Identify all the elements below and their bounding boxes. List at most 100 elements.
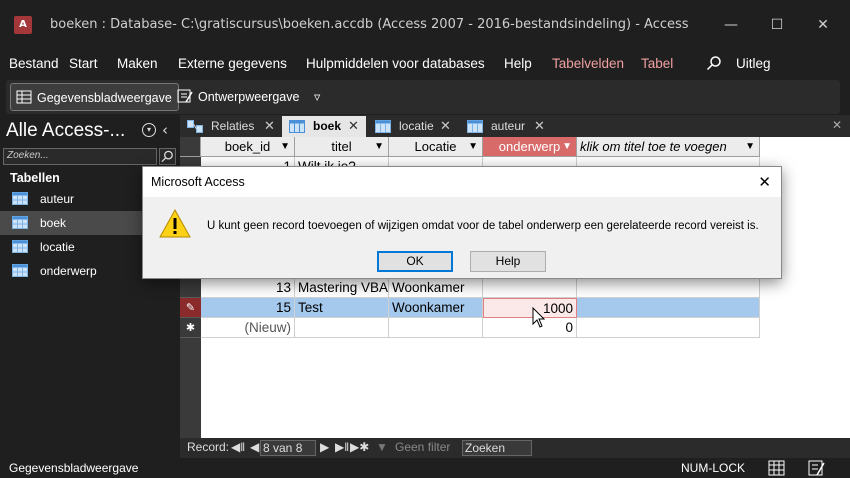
document-tabs: Relaties ✕ boek ✕ locatie ✕ auteur ✕ ✕ bbox=[180, 115, 850, 137]
nav-group-tabellen[interactable]: Tabellen bbox=[10, 171, 60, 185]
maximize-button[interactable]: ☐ bbox=[754, 12, 800, 38]
column-header-titel[interactable]: titel ▼ bbox=[295, 137, 389, 157]
next-record-button[interactable]: ▶ bbox=[320, 438, 329, 457]
close-window-button[interactable]: ✕ bbox=[800, 12, 846, 38]
tab-label: auteur bbox=[491, 119, 526, 133]
help-button[interactable]: Help bbox=[470, 251, 546, 272]
dialog-close-icon[interactable]: ✕ bbox=[758, 173, 771, 191]
tab-label: locatie bbox=[399, 119, 434, 133]
menu-maken[interactable]: Maken bbox=[117, 56, 158, 71]
close-tab-icon[interactable]: ✕ bbox=[264, 116, 275, 136]
column-header-label: boek_id bbox=[224, 139, 271, 154]
table-cell[interactable] bbox=[295, 318, 389, 338]
record-search-input[interactable]: Zoeken bbox=[462, 440, 532, 456]
menu-tabelvelden[interactable]: Tabelvelden bbox=[552, 56, 624, 71]
table-icon bbox=[12, 264, 28, 277]
chevron-down-icon[interactable]: ▼ bbox=[374, 137, 384, 156]
datasheet-view-button[interactable]: Gegevensbladweergave bbox=[10, 83, 179, 111]
column-header-add-field[interactable]: klik om titel toe te voegen ▼ bbox=[577, 137, 760, 157]
close-tab-icon[interactable]: ✕ bbox=[440, 116, 451, 136]
access-app-icon[interactable]: A bbox=[14, 16, 32, 34]
nav-item-label: auteur bbox=[40, 192, 75, 206]
menu-help[interactable]: Help bbox=[504, 56, 532, 71]
menu-hulpmiddelen[interactable]: Hulpmiddelen voor databases bbox=[306, 56, 485, 71]
tab-boek[interactable]: boek ✕ bbox=[282, 116, 366, 137]
nav-item-label: locatie bbox=[40, 240, 75, 254]
table-cell[interactable] bbox=[577, 278, 760, 298]
column-header-label: titel bbox=[331, 139, 352, 154]
table-icon bbox=[12, 192, 28, 205]
search-icon[interactable] bbox=[706, 55, 722, 71]
new-record-button[interactable]: ▶✱ bbox=[350, 438, 369, 457]
dialog-title: Microsoft Access bbox=[143, 167, 781, 197]
design-view-icon bbox=[177, 89, 193, 103]
table-cell[interactable]: Test bbox=[295, 298, 389, 318]
menu-uitleg[interactable]: Uitleg bbox=[736, 56, 771, 71]
menu-bestand[interactable]: Bestand bbox=[9, 56, 59, 71]
dialog-message: U kunt geen record toevoegen of wijzigen… bbox=[207, 220, 759, 232]
nav-title[interactable]: Alle Access-... bbox=[6, 120, 125, 142]
nav-item-label: onderwerp bbox=[40, 264, 97, 278]
table-cell[interactable]: 13 bbox=[201, 278, 295, 298]
nav-search-input[interactable]: Zoeken... bbox=[3, 148, 157, 165]
column-header-boek-id[interactable]: boek_id ▼ bbox=[201, 137, 295, 157]
table-cell[interactable]: Woonkamer bbox=[389, 298, 483, 318]
nav-search-button[interactable] bbox=[159, 148, 176, 165]
row-selector-new[interactable]: ✱ bbox=[180, 318, 201, 338]
table-icon bbox=[467, 120, 483, 133]
previous-record-button[interactable]: ◀ bbox=[250, 438, 259, 457]
record-navigation-bar: Record: ◀‖ ◀ 8 van 8 ▶ ▶‖ ▶✱ ▼ Geen filt… bbox=[180, 438, 850, 458]
chevron-down-icon[interactable]: ▼ bbox=[745, 137, 755, 156]
close-tab-icon[interactable]: ✕ bbox=[348, 116, 359, 136]
tab-relaties[interactable]: Relaties ✕ bbox=[180, 116, 282, 137]
relationships-icon bbox=[187, 120, 203, 133]
chevron-down-icon[interactable]: ▾ bbox=[142, 123, 156, 137]
collapse-pane-icon[interactable]: ‹ bbox=[162, 121, 168, 139]
datasheet-view-icon[interactable] bbox=[768, 460, 785, 476]
ribbon-more-button[interactable]: ▿ bbox=[288, 83, 326, 111]
close-tab-icon[interactable]: ✕ bbox=[534, 116, 545, 136]
row-selector-empty bbox=[180, 338, 201, 438]
filter-icon: ▼ bbox=[376, 440, 388, 454]
table-icon bbox=[289, 120, 305, 133]
last-record-button[interactable]: ▶‖ bbox=[335, 438, 349, 457]
filter-status[interactable]: Geen filter bbox=[395, 438, 450, 457]
column-header-onderwerp[interactable]: onderwerp ▼ bbox=[483, 137, 577, 157]
table-cell-editing[interactable]: 1000 bbox=[483, 298, 577, 318]
dialog-title-text: Microsoft Access bbox=[151, 175, 245, 189]
column-header-label: Locatie bbox=[414, 139, 457, 154]
select-all-corner[interactable] bbox=[180, 137, 201, 157]
table-cell[interactable] bbox=[577, 298, 760, 318]
menu-externe-gegevens[interactable]: Externe gegevens bbox=[178, 56, 287, 71]
menu-start[interactable]: Start bbox=[69, 56, 98, 71]
row-selector-editing[interactable]: ✎ bbox=[180, 298, 201, 318]
table-cell[interactable]: Woonkamer bbox=[389, 278, 483, 298]
warning-icon bbox=[159, 208, 191, 238]
minimize-button[interactable]: — bbox=[708, 12, 754, 38]
mouse-cursor-icon bbox=[532, 307, 546, 328]
table-cell[interactable]: Mastering VBA bbox=[295, 278, 389, 298]
chevron-down-icon[interactable]: ▼ bbox=[280, 137, 290, 156]
record-position-input[interactable]: 8 van 8 bbox=[260, 440, 316, 456]
column-header-locatie[interactable]: Locatie ▼ bbox=[389, 137, 483, 157]
table-cell[interactable] bbox=[389, 318, 483, 338]
row-selector[interactable] bbox=[180, 278, 201, 298]
column-header-label: klik om titel toe te voegen bbox=[580, 139, 727, 154]
tab-locatie[interactable]: locatie ✕ bbox=[368, 116, 460, 137]
first-record-button[interactable]: ◀‖ bbox=[231, 438, 245, 457]
table-cell[interactable]: 15 bbox=[201, 298, 295, 318]
menu-tabel[interactable]: Tabel bbox=[641, 56, 673, 71]
design-view-button[interactable]: Ontwerpweergave bbox=[172, 83, 305, 111]
search-icon bbox=[161, 150, 173, 163]
table-cell[interactable] bbox=[577, 318, 760, 338]
tab-auteur[interactable]: auteur ✕ bbox=[460, 116, 552, 137]
ok-button[interactable]: OK bbox=[377, 251, 453, 272]
datasheet-view-label: Gegevensbladweergave bbox=[37, 91, 172, 105]
design-view-icon[interactable] bbox=[808, 460, 825, 476]
close-document-icon[interactable]: ✕ bbox=[832, 118, 842, 132]
table-cell[interactable]: 0 bbox=[483, 318, 577, 338]
chevron-down-icon[interactable]: ▼ bbox=[468, 137, 478, 156]
chevron-down-icon[interactable]: ▼ bbox=[562, 137, 572, 156]
table-cell[interactable] bbox=[483, 278, 577, 298]
new-record-cell[interactable]: (Nieuw) bbox=[201, 318, 295, 338]
